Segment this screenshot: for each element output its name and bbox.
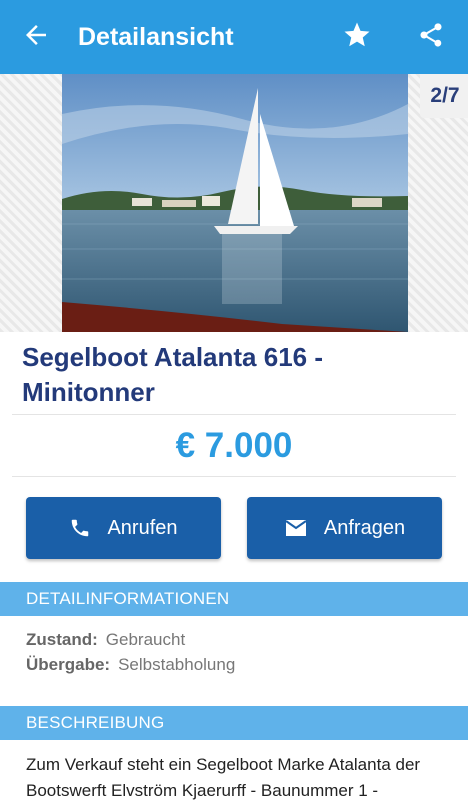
star-icon: [342, 20, 372, 55]
description-header: BESCHREIBUNG: [0, 706, 468, 740]
image-counter: 2/7: [420, 74, 468, 118]
description-text: Zum Verkauf steht ein Segelboot Marke At…: [26, 755, 421, 800]
details-header: DETAILINFORMATIONEN: [0, 582, 468, 616]
mail-icon: [284, 518, 308, 538]
share-icon: [417, 21, 445, 54]
call-button[interactable]: Anrufen: [26, 497, 221, 559]
detail-value: Gebraucht: [105, 630, 186, 649]
arrow-back-icon: [21, 20, 51, 55]
favorite-button[interactable]: [320, 0, 394, 74]
detail-label: Zustand:: [26, 630, 98, 649]
listing-price: € 7.000: [175, 426, 293, 465]
inquire-button[interactable]: Anfragen: [247, 497, 442, 559]
divider: [12, 476, 456, 477]
detail-label: Übergabe:: [26, 655, 111, 674]
call-button-label: Anrufen: [107, 516, 178, 539]
detail-row-handover: Übergabe: Selbstabholung: [26, 655, 235, 675]
listing-title: Segelboot Atalanta 616 - Minitonner: [22, 342, 323, 407]
detail-row-condition: Zustand: Gebraucht: [26, 630, 185, 650]
share-button[interactable]: [394, 0, 468, 74]
detail-value: Selbstabholung: [118, 655, 236, 674]
inquire-button-label: Anfragen: [323, 516, 406, 539]
phone-icon: [69, 517, 91, 539]
back-button[interactable]: [0, 0, 72, 74]
app-bar: Detailansicht: [0, 0, 468, 74]
page-title: Detailansicht: [78, 22, 234, 51]
divider: [12, 414, 456, 415]
boat-photo[interactable]: [62, 74, 408, 332]
image-gallery[interactable]: [0, 74, 468, 332]
